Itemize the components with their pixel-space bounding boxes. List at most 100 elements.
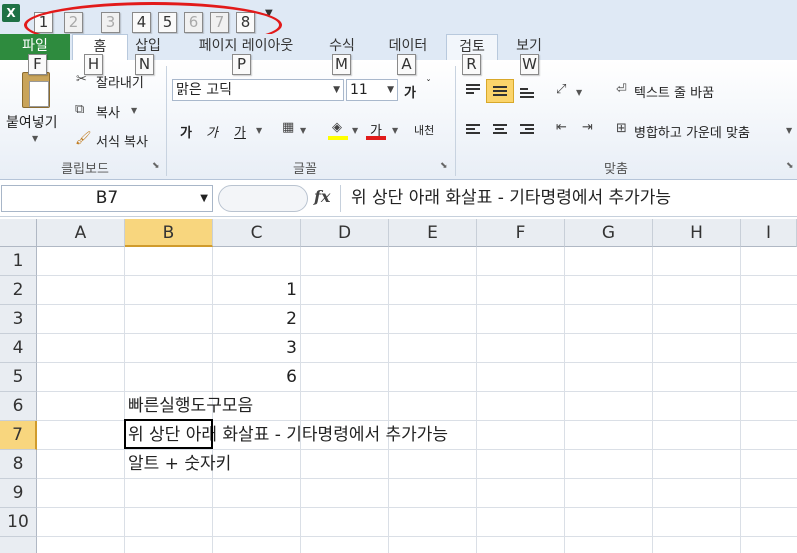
font-group-label: 글꼴 [293,162,317,177]
cell-c2[interactable]: 1 [213,276,301,305]
format-painter-icon: 🖌 [75,131,92,146]
insert-function-icon[interactable]: fx [314,187,330,206]
row-header-8[interactable]: 8 [0,450,37,479]
row-header-11[interactable] [0,537,37,553]
gridline [37,333,797,334]
column-header-a[interactable]: A [37,219,125,247]
font-launcher-icon[interactable]: ⬊ [440,161,448,171]
font-name-value: 맑은 고딕 [176,82,232,98]
formula-input[interactable]: 위 상단 아래 화살표 - 기타명령에서 추가가능 [340,185,796,212]
excel-app-icon[interactable]: X [2,4,20,22]
formula-bar-splitter[interactable] [218,185,308,212]
font-size-value: 11 [350,82,368,98]
keytip-home[interactable]: H [84,54,103,75]
keytip-view[interactable]: W [520,54,539,75]
merge-center-button[interactable]: 병합하고 가운데 맞춤 [634,122,750,141]
paste-icon[interactable] [22,72,50,108]
gridline [37,304,797,305]
paste-button[interactable]: 붙여넣기 [6,112,58,132]
row-header-1[interactable]: 1 [0,247,37,276]
underline-button[interactable]: 가 [234,122,246,141]
clipboard-group-label: 클립보드 [61,162,109,177]
copy-icon: ⧉ [75,102,85,117]
row-header-5[interactable]: 5 [0,363,37,392]
formula-bar: B7 ▼ fx 위 상단 아래 화살표 - 기타명령에서 추가가능 [0,181,797,217]
keytip-file[interactable]: F [28,54,47,75]
row-header-9[interactable]: 9 [0,479,37,508]
shrink-font-icon[interactable]: ˇ [426,79,431,90]
select-all-corner[interactable] [0,219,37,247]
align-right-icon[interactable] [520,124,534,136]
font-name-combo[interactable]: 맑은 고딕 ▼ [172,79,344,101]
align-bottom-icon[interactable] [520,88,534,100]
underline-dropdown-icon[interactable]: ▼ [256,126,262,135]
row-header-10[interactable]: 10 [0,508,37,537]
font-color-dropdown-icon[interactable]: ▼ [392,126,398,135]
format-painter-button[interactable]: 서식 복사 [96,131,148,150]
column-header-c[interactable]: C [213,219,301,247]
alignment-launcher-icon[interactable]: ⬊ [786,161,794,171]
column-header-f[interactable]: F [477,219,565,247]
column-header-d[interactable]: D [301,219,389,247]
font-name-dropdown-icon[interactable]: ▼ [333,80,340,100]
align-left-icon[interactable] [466,124,480,136]
worksheet-grid[interactable]: A B C D E F G H I 1 2 3 4 5 6 7 8 9 10 1… [0,217,797,553]
decrease-indent-icon[interactable]: ⇤ [556,120,567,135]
gridline [37,362,797,363]
column-header-e[interactable]: E [389,219,477,247]
cell-b6[interactable]: 빠른실행도구모음 [128,392,253,421]
border-icon[interactable]: ▦ [282,120,294,135]
keytip-review[interactable]: R [462,54,481,75]
row-header-6[interactable]: 6 [0,392,37,421]
merge-center-icon: ⊞ [616,121,627,136]
align-top-icon[interactable] [466,84,480,96]
keytip-formulas[interactable]: M [332,54,351,75]
name-box-dropdown-icon[interactable]: ▼ [200,186,208,211]
column-header-b[interactable]: B [125,219,213,247]
grow-font-button[interactable]: 가 [404,82,416,101]
paste-dropdown-icon[interactable]: ▼ [32,134,38,143]
cell-b8[interactable]: 알트 + 숫자키 [128,450,231,479]
row-header-2[interactable]: 2 [0,276,37,305]
orientation-icon[interactable]: ⤢ [556,82,566,97]
increase-indent-icon[interactable]: ⇥ [582,120,593,135]
keytip-insert[interactable]: N [135,54,154,75]
phonetic-button[interactable]: 내천 [414,122,434,138]
fill-color-icon[interactable]: ◈ [332,120,342,135]
gridline [37,275,797,276]
cell-c4[interactable]: 3 [213,334,301,363]
separator [166,66,167,176]
column-header-h[interactable]: H [653,219,741,247]
fill-dropdown-icon[interactable]: ▼ [352,126,358,135]
gridline [37,507,797,508]
keytip-page-layout[interactable]: P [232,54,251,75]
italic-button[interactable]: 가 [206,122,218,141]
row-header-7[interactable]: 7 [0,421,37,450]
copy-dropdown-icon[interactable]: ▼ [131,106,137,115]
font-color-swatch [366,136,386,140]
orientation-dropdown-icon[interactable]: ▼ [576,88,582,97]
column-header-g[interactable]: G [565,219,653,247]
alignment-group-label: 맞춤 [604,162,628,177]
cell-c3[interactable]: 2 [213,305,301,334]
cell-c5[interactable]: 6 [213,363,301,392]
name-box[interactable]: B7 ▼ [1,185,213,212]
merge-dropdown-icon[interactable]: ▼ [786,126,792,135]
font-size-dropdown-icon[interactable]: ▼ [387,80,394,100]
column-header-i[interactable]: I [741,219,797,247]
wrap-text-button[interactable]: 텍스트 줄 바꿈 [634,82,714,101]
bold-button[interactable]: 가 [180,122,192,141]
keytip-data[interactable]: A [397,54,416,75]
fill-color-swatch [328,136,348,140]
row-header-4[interactable]: 4 [0,334,37,363]
gridline [37,536,797,537]
active-cell-cursor [124,419,213,449]
copy-button[interactable]: 복사 [96,102,120,121]
name-box-value: B7 [95,188,119,208]
clipboard-launcher-icon[interactable]: ⬊ [152,161,160,171]
row-header-3[interactable]: 3 [0,305,37,334]
font-size-combo[interactable]: 11 ▼ [346,79,398,101]
ribbon-home: 붙여넣기 ▼ ✂ 잘라내기 ⧉ 복사 ▼ 🖌 서식 복사 클립보드 ⬊ 맑은 고… [0,60,797,180]
align-center-icon[interactable] [493,124,507,136]
border-dropdown-icon[interactable]: ▼ [300,126,306,135]
